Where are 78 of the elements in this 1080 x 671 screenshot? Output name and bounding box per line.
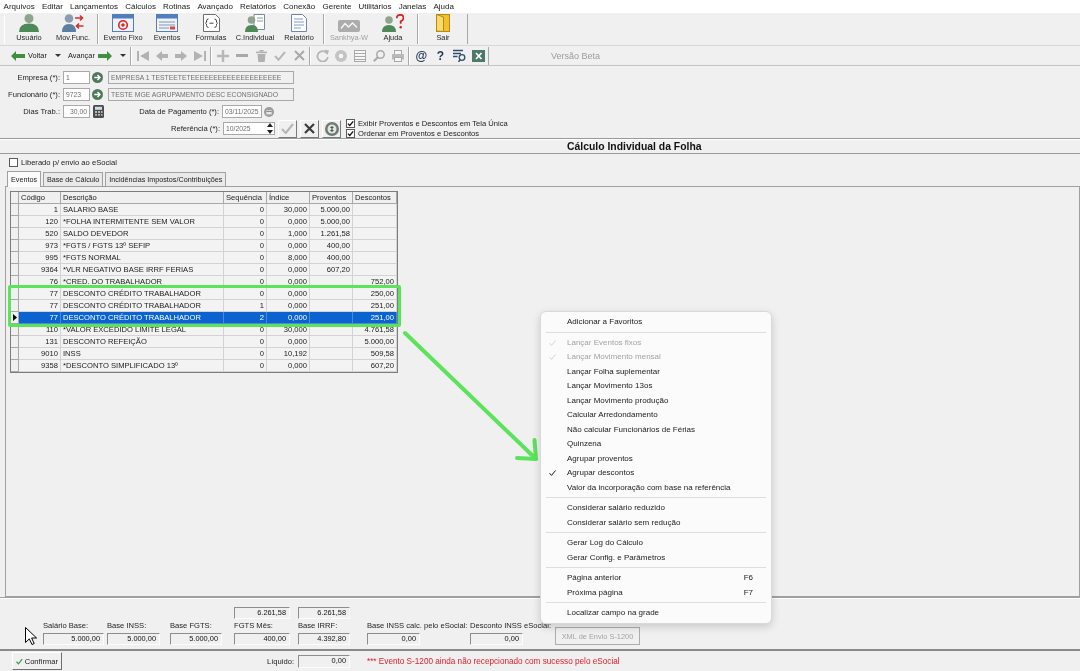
close-icon — [293, 50, 305, 61]
list-icon — [354, 49, 367, 62]
mouse-cursor-icon — [25, 627, 37, 645]
menu-item[interactable]: Considerar salário sem redução — [541, 515, 771, 530]
lines-magnifier-icon — [452, 49, 466, 62]
menu-item[interactable]: Cálculos — [121, 0, 160, 13]
badge-icon — [338, 20, 360, 32]
plus-icon — [217, 49, 230, 62]
skip-left-icon — [137, 50, 150, 61]
warning-message: *** Evento S-1200 ainda não recepcionado com sucesso pelo eSocial — [367, 656, 620, 666]
coin-icon — [324, 121, 339, 136]
arrow-circle-icon[interactable] — [92, 89, 103, 100]
menu-item[interactable]: Lançar Movimento 13os — [541, 378, 771, 393]
menu-item[interactable]: Lançamentos — [66, 0, 122, 13]
menu-item[interactable]: Não calcular Funcionários de Férias — [541, 422, 771, 437]
menu-item[interactable]: Agrupar descontos — [541, 465, 771, 480]
spin-arrows-icon[interactable] — [267, 123, 273, 134]
menu-item[interactable]: Conexão — [279, 0, 319, 13]
arrow-circle-icon[interactable] — [92, 72, 103, 83]
check-icon — [281, 123, 294, 134]
menu-item[interactable]: Próxima página F7 — [541, 585, 771, 600]
menu-item[interactable]: Valor da incorporação com base na referência — [541, 480, 771, 495]
menu-item[interactable]: Adicionar a Favoritos — [541, 314, 771, 329]
tool-button[interactable]: ? — [430, 46, 450, 65]
search-icon — [373, 49, 386, 62]
menu-item[interactable]: Arquivos — [0, 0, 39, 13]
checkbox[interactable] — [346, 119, 355, 128]
menu-item[interactable]: Relatórios — [236, 0, 280, 13]
menu-item[interactable]: Janelas — [395, 0, 430, 13]
close-button[interactable] — [300, 119, 319, 138]
table-x-icon — [471, 49, 485, 62]
screen-title: Cálculo Individual da Folha — [567, 140, 702, 152]
person-icon — [18, 14, 40, 32]
menu-item[interactable]: Calcular Arredondamento — [541, 407, 771, 422]
check-icon — [274, 50, 287, 61]
calculator-icon[interactable] — [93, 105, 104, 118]
menu-item[interactable]: Localizar campo na grade — [541, 605, 771, 620]
person-question-icon — [382, 14, 404, 32]
menu-item[interactable]: Lançar Movimento produção — [541, 393, 771, 408]
checkbox[interactable] — [9, 157, 18, 167]
menu-item[interactable]: Avançado — [193, 0, 237, 13]
trash-icon — [255, 49, 267, 62]
close-icon — [304, 123, 315, 134]
menu-item[interactable]: Ajuda — [429, 0, 458, 13]
tool-button[interactable]: @ — [411, 46, 431, 65]
version-label: Versão Beta — [550, 50, 600, 61]
menu-item[interactable]: Lançar Folha suplementar — [541, 364, 771, 379]
checkbox[interactable] — [346, 129, 355, 138]
caret-icon[interactable] — [54, 54, 61, 57]
window-list-icon — [156, 14, 178, 32]
window-target-icon — [112, 14, 134, 32]
menu-item[interactable]: Gerente — [318, 0, 355, 13]
arrow-left-icon — [156, 50, 169, 61]
menu-item[interactable]: Página anterior F6 — [541, 570, 771, 585]
shortcut-label: F6 — [743, 573, 753, 583]
skip-right-icon — [194, 50, 207, 61]
coin-button[interactable] — [322, 119, 341, 138]
caret-icon[interactable] — [119, 54, 126, 57]
person-arrows-icon — [62, 14, 84, 32]
menu-item[interactable]: Editar — [38, 0, 67, 13]
minus-icon — [236, 54, 249, 57]
menu-item[interactable]: Utilitários — [354, 0, 396, 13]
menu-item[interactable]: Gerar Config. e Parâmetros — [541, 550, 771, 565]
menu-item[interactable]: Considerar salário reduzido — [541, 500, 771, 515]
menu-item[interactable]: Quinzena — [541, 436, 771, 451]
shortcut-label: F7 — [743, 587, 753, 597]
door-icon — [436, 14, 450, 32]
row-pointer-icon — [12, 314, 17, 321]
arrow-left-icon — [11, 50, 25, 61]
disc-icon — [335, 49, 348, 62]
menu-item[interactable]: Gerar Log do Cálculo — [541, 535, 771, 550]
arrow-right-icon — [97, 50, 112, 61]
refresh-icon — [315, 49, 329, 62]
menu-item[interactable]: Agrupar proventos — [541, 451, 771, 466]
arrow-right-icon — [175, 50, 188, 61]
printer-icon — [392, 49, 405, 62]
calendar-icon[interactable] — [264, 106, 274, 117]
menu-item[interactable]: Rotinas — [159, 0, 194, 13]
